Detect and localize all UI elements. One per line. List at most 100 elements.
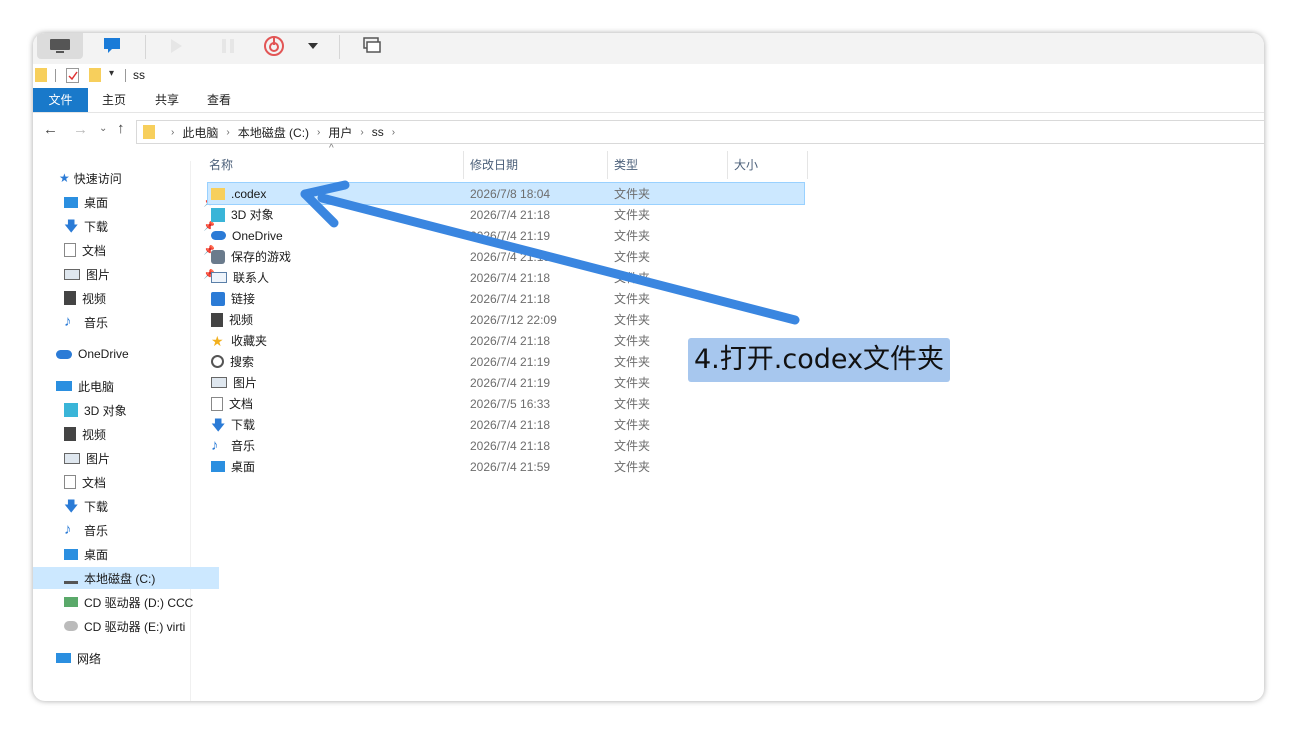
file-date: 2026/7/4 21:18 (470, 207, 551, 222)
file-row[interactable]: 保存的游戏 2026/7/4 21:19 文件夹 (208, 246, 804, 267)
file-date: 2026/7/4 21:18 (470, 417, 551, 432)
pause-button[interactable] (217, 33, 239, 59)
caret-down-icon (308, 43, 318, 49)
explorer-window: ▾ ss 文件 主页 共享 查看 ← → ⌄ ↑ › 此电脑 › 本地磁盘 (C… (33, 33, 1264, 701)
vm-toolbar (33, 33, 1264, 64)
column-header-type[interactable]: 类型 (614, 151, 638, 179)
file-row[interactable]: ♪ 音乐 2026/7/4 21:18 文件夹 (208, 435, 804, 456)
file-name: 联系人 (233, 271, 270, 285)
new-folder-icon[interactable] (89, 68, 101, 82)
power-button[interactable] (261, 33, 287, 59)
music-icon: ♪ (211, 436, 219, 454)
link-icon (211, 291, 225, 306)
folder-icon (35, 68, 47, 82)
network-icon (56, 653, 71, 663)
computer-icon (56, 381, 72, 391)
breadcrumb-local-disk[interactable]: 本地磁盘 (C:) (238, 124, 309, 141)
customize-toolbar-icon[interactable]: ▾ (109, 68, 114, 79)
video-icon (64, 291, 76, 305)
file-type: 文件夹 (614, 208, 651, 222)
nav-pc-music[interactable]: ♪ 音乐 (33, 519, 219, 541)
file-row[interactable]: 视频 2026/7/12 22:09 文件夹 (208, 309, 804, 330)
tab-file[interactable]: 文件 (33, 88, 88, 112)
chat-button[interactable] (99, 33, 125, 59)
music-icon: ♪ (64, 521, 72, 538)
file-name-cell: 图片 (208, 374, 464, 391)
breadcrumb-users[interactable]: 用户 (328, 124, 352, 141)
address-bar-row: ← → ⌄ ↑ › 此电脑 › 本地磁盘 (C:) › 用户 › ss › (33, 119, 1264, 144)
file-type: 文件夹 (614, 460, 651, 474)
properties-icon[interactable] (66, 68, 79, 83)
up-icon[interactable]: ↑ (117, 120, 125, 137)
file-type: 文件夹 (614, 439, 651, 453)
nav-pc-local-disk[interactable]: 本地磁盘 (C:) (33, 567, 219, 589)
nav-network[interactable]: 网络 (33, 647, 211, 669)
power-menu-button[interactable] (303, 33, 323, 59)
breadcrumb-this-pc[interactable]: 此电脑 (182, 124, 218, 141)
nav-pc-cd-drive-d[interactable]: CD 驱动器 (D:) CCC (33, 591, 219, 613)
cd-drive-icon (64, 597, 78, 607)
nav-onedrive[interactable]: OneDrive (33, 343, 211, 365)
file-name-cell: 桌面 (208, 458, 464, 475)
tab-home[interactable]: 主页 (102, 88, 126, 112)
recent-locations-icon[interactable]: ⌄ (99, 123, 107, 134)
nav-quick-pictures[interactable]: 图片 📌 (33, 263, 219, 285)
file-type: 文件夹 (614, 334, 651, 348)
nav-pc-documents[interactable]: 文档 (33, 471, 219, 493)
file-date: 2026/7/4 21:19 (470, 375, 551, 390)
nav-pc-cd-drive-e[interactable]: CD 驱动器 (E:) virti (33, 615, 219, 637)
back-icon[interactable]: ← (43, 121, 58, 138)
nav-quick-music[interactable]: ♪ 音乐 (33, 311, 219, 333)
nav-quick-desktop[interactable]: 桌面📌 (33, 191, 219, 213)
file-row[interactable]: 3D 对象 2026/7/4 21:18 文件夹 (208, 204, 804, 225)
file-name-cell: 3D 对象 (208, 206, 464, 223)
nav-quick-downloads[interactable]: 🡇 下载 📌 (33, 215, 219, 237)
nav-quick-documents[interactable]: 文档 📌 (33, 239, 219, 261)
play-icon (171, 39, 182, 53)
nav-this-pc[interactable]: 此电脑 (33, 375, 211, 397)
cloud-icon (56, 349, 72, 359)
file-date: 2026/7/8 18:04 (470, 186, 551, 201)
file-row[interactable]: .codex 2026/7/8 18:04 文件夹 (207, 182, 805, 205)
drive-icon (64, 573, 78, 584)
nav-pc-desktop[interactable]: 桌面 (33, 543, 219, 565)
file-name: 文档 (229, 397, 254, 411)
file-name: 桌面 (231, 460, 256, 474)
play-button[interactable] (165, 33, 187, 59)
column-header-size[interactable]: 大小 (734, 151, 758, 179)
file-row[interactable]: 🡇 下载 2026/7/4 21:18 文件夹 (208, 414, 804, 435)
file-name-cell: ♪ 音乐 (208, 437, 464, 454)
file-row[interactable]: 文档 2026/7/5 16:33 文件夹 (208, 393, 804, 414)
column-header-date[interactable]: 修改日期 (470, 151, 518, 179)
desktop-icon (211, 461, 225, 472)
forward-icon[interactable]: → (73, 121, 88, 138)
annotation-callout: 4.打开.codex文件夹 (688, 338, 950, 382)
file-row[interactable]: 桌面 2026/7/4 21:59 文件夹 (208, 456, 804, 477)
column-header-name[interactable]: 名称 (209, 151, 233, 179)
file-row[interactable]: OneDrive 2026/7/4 21:19 文件夹 (208, 225, 804, 246)
nav-quick-videos[interactable]: 视频 (33, 287, 219, 309)
download-icon: 🡇 (64, 498, 79, 514)
ribbon-tabs: 文件 主页 共享 查看 (33, 88, 1264, 113)
file-type: 文件夹 (614, 313, 651, 327)
breadcrumb-ss[interactable]: ss (372, 125, 384, 139)
file-row[interactable]: 联系人 2026/7/4 21:18 文件夹 (208, 267, 804, 288)
nav-quick-access[interactable]: ★ 快速访问 (33, 167, 214, 189)
nav-pc-videos[interactable]: 视频 (33, 423, 219, 445)
snapshot-button[interactable] (359, 33, 385, 59)
power-icon (264, 36, 284, 56)
file-row[interactable]: 链接 2026/7/4 21:18 文件夹 (208, 288, 804, 309)
address-input[interactable]: › 此电脑 › 本地磁盘 (C:) › 用户 › ss › (136, 120, 1264, 144)
file-date: 2026/7/12 22:09 (470, 312, 557, 327)
nav-pc-pictures[interactable]: 图片 (33, 447, 219, 469)
monitor-button[interactable] (37, 33, 83, 59)
picture-icon (64, 452, 80, 464)
tab-view[interactable]: 查看 (207, 88, 231, 112)
nav-pc-3d-objects[interactable]: 3D 对象 (33, 399, 219, 421)
file-name-cell: 保存的游戏 (208, 248, 464, 265)
cube-icon (64, 403, 78, 417)
tab-share[interactable]: 共享 (155, 88, 179, 112)
file-name-cell: OneDrive (208, 229, 464, 243)
file-name: 图片 (233, 376, 258, 390)
nav-pc-downloads[interactable]: 🡇 下载 (33, 495, 219, 517)
